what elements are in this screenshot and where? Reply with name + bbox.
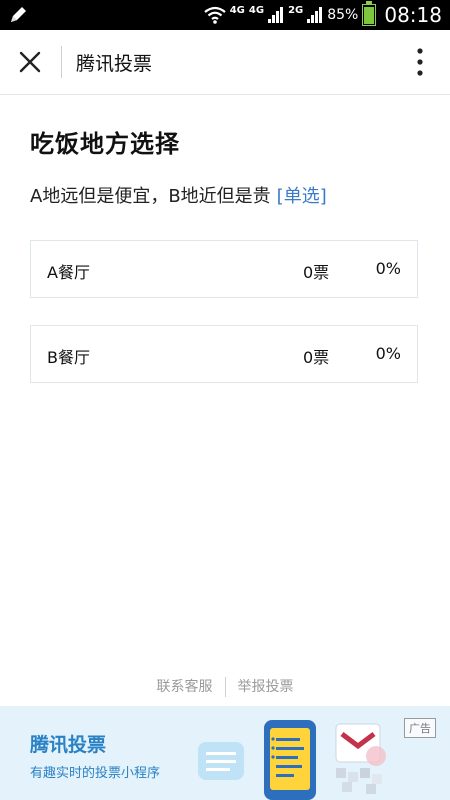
chat-bubble-icon — [198, 742, 244, 780]
contact-support-link[interactable]: 联系客服 — [157, 679, 213, 695]
signal-icon — [268, 7, 284, 23]
option-label: B餐厅 — [47, 348, 90, 367]
phone-icon — [264, 720, 316, 800]
option-votes: 0票 — [303, 263, 330, 282]
battery-percent: 85% — [327, 7, 359, 23]
poll-description-text: A地远但是便宜，B地近但是贵 — [30, 186, 271, 207]
poll-title: 吃饭地方选择 — [30, 130, 180, 158]
status-bar: 4G 4G 2G 85% 08:18 — [0, 0, 450, 30]
title-bar: 腾讯投票 — [0, 30, 450, 95]
option-percent: 0% — [375, 259, 401, 278]
network-type-2: 4G — [248, 5, 265, 16]
ad-subtitle: 有趣实时的投票小程序 — [30, 766, 161, 781]
title-divider — [61, 46, 62, 78]
report-poll-link[interactable]: 举报投票 — [238, 679, 294, 695]
close-icon[interactable] — [16, 48, 44, 76]
system-indicators: 4G 4G 2G 85% 08:18 — [204, 0, 442, 30]
signal-icon-2 — [307, 7, 323, 23]
battery-icon — [362, 1, 377, 26]
footer-links: 联系客服 举报投票 — [0, 676, 450, 697]
option-votes: 0票 — [303, 348, 330, 367]
pencil-icon — [11, 7, 26, 22]
poll-type-tag: [单选] — [276, 186, 327, 207]
option-label: A餐厅 — [47, 263, 90, 282]
clock: 08:18 — [384, 3, 442, 27]
footer-divider — [224, 677, 226, 697]
page-title: 腾讯投票 — [76, 53, 153, 75]
poll-option-a[interactable]: A餐厅 0票 0% — [30, 240, 418, 298]
ad-title: 腾讯投票 — [30, 734, 107, 756]
network-type-3: 2G — [288, 5, 304, 16]
envelope-icon — [335, 723, 386, 766]
poll-description: A地远但是便宜，B地近但是贵 [单选] — [30, 182, 327, 208]
ad-banner[interactable]: 腾讯投票 有趣实时的投票小程序 广告 — [0, 706, 450, 800]
poll-option-b[interactable]: B餐厅 0票 0% — [30, 325, 418, 383]
ad-illustration — [198, 720, 386, 800]
wifi-icon — [204, 6, 226, 24]
more-options-icon[interactable] — [408, 44, 432, 80]
option-percent: 0% — [375, 344, 401, 363]
network-type-1: 4G — [229, 5, 245, 16]
